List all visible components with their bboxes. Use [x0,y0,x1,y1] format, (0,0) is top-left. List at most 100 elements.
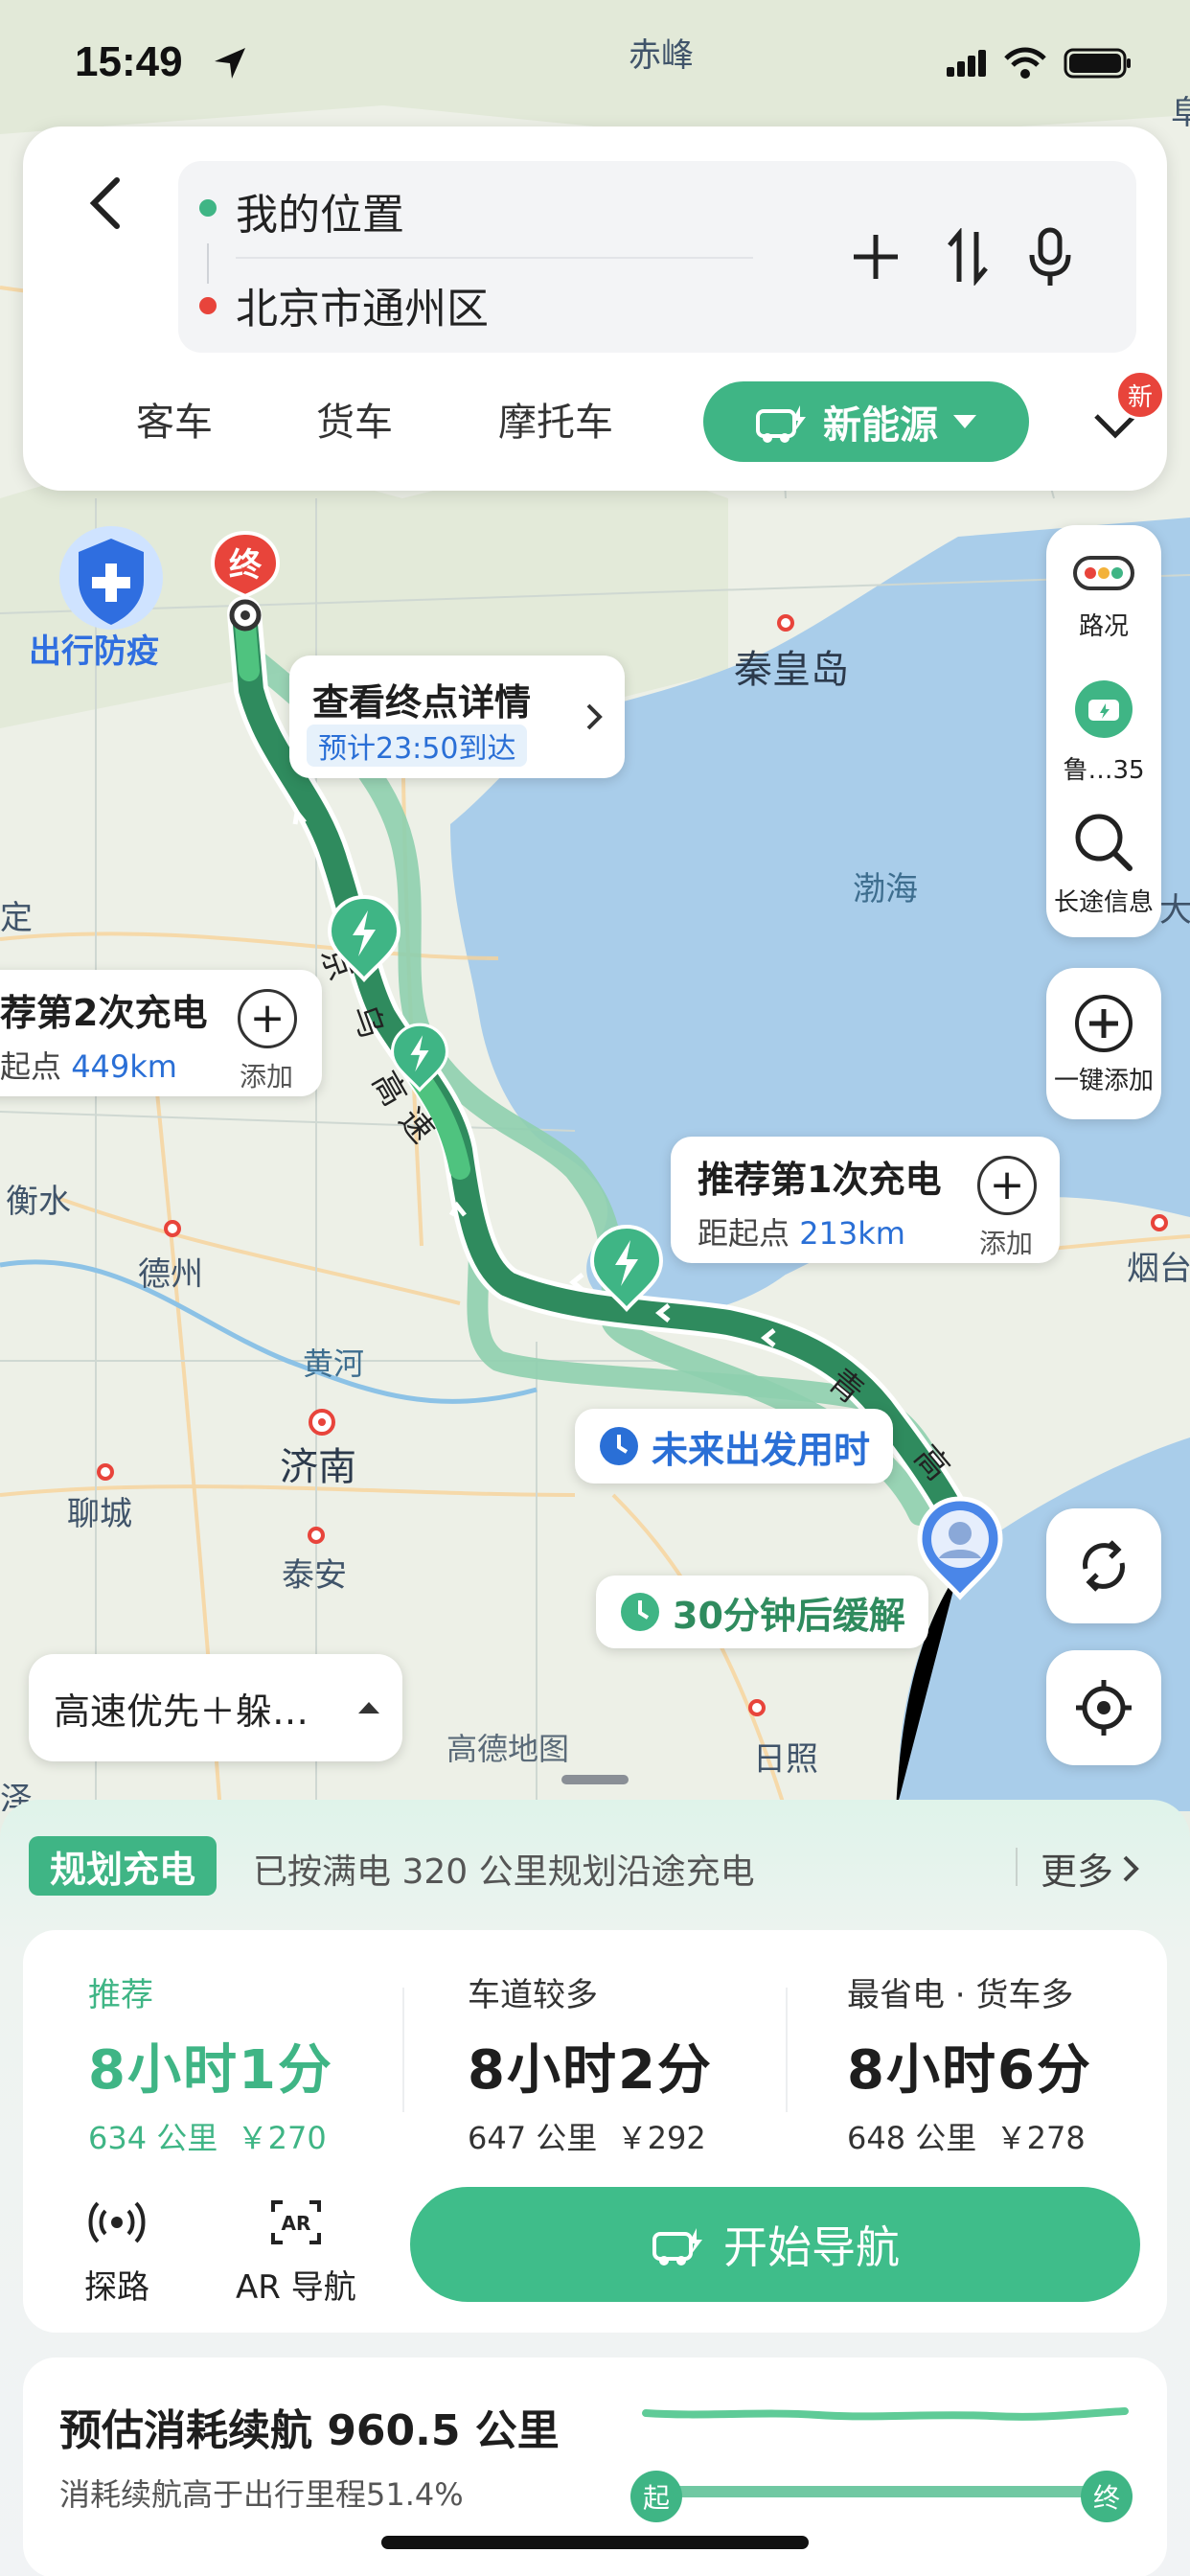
tab-truck[interactable]: 货车 [316,391,393,447]
map-label-dezhou: 德州 [138,1255,203,1294]
chevron-right-icon [586,703,603,730]
route-option-recommended[interactable]: 推荐 8小时1分 634 公里 ￥270 [88,1968,333,2158]
charge-station-mid-icon[interactable] [389,1022,450,1094]
back-arrow-icon[interactable] [71,165,148,242]
charging-plan-tag: 规划充电 [29,1836,217,1896]
voice-input-button[interactable] [1012,218,1088,295]
ev-car-icon [1075,680,1133,738]
map-label-bohai: 渤海 [853,870,918,908]
ar-icon: AR [270,2200,321,2244]
charge-2-dist: 449km [71,1048,177,1085]
charge-1-callout[interactable]: 推荐第1次充电 距起点 213km + 添加 [671,1137,1060,1263]
route-sheet: 规划充电 已按满电 320 公里规划沿途充电 更多 推荐 8小时1分 634 公… [0,1800,1190,2576]
origin-dot [199,199,217,217]
battery-icon [1064,48,1131,79]
map-label-jinan: 济南 [280,1445,356,1489]
svg-text:AR: AR [281,2212,310,2235]
energy-title: 预估消耗续航 960.5 公里 [59,2406,560,2455]
charge-1-add-label: 添加 [979,1228,1034,1259]
map-label-rizhao: 日照 [753,1740,818,1779]
status-bar: 15:49 [0,0,1190,125]
route-distance: 648 公里 [847,2120,977,2156]
charging-plan-bar[interactable]: 规划充电 已按满电 320 公里规划沿途充电 更多 [29,1830,1161,1903]
route-inputs: 我的位置 北京市通州区 [178,161,1136,353]
route-distance: 634 公里 [88,2120,218,2156]
origin-input[interactable]: 我的位置 [236,180,404,242]
destination-detail-callout[interactable]: 查看终点详情 预计23:50到达 [289,656,625,778]
tab-new-energy[interactable]: 新能源 [703,381,1029,462]
quick-add-button[interactable]: 一键添加 [1046,968,1161,1119]
start-navigation-label: 开始导航 [723,2221,900,2273]
timer-icon [621,1593,659,1631]
quick-add-label: 一键添加 [1053,1066,1154,1095]
energy-subtitle: 消耗续航高于出行里程51.4% [59,2476,464,2513]
add-waypoint-button[interactable] [837,218,914,295]
end-marker[interactable]: 终 [209,529,282,632]
charge-station-1-icon[interactable] [588,1223,665,1315]
epidemic-badge[interactable]: 出行防疫 [29,525,192,671]
map-label-qinhuangdao: 秦皇岛 [734,648,849,692]
vehicle-mode-tabs: 客车 货车 摩托车 新能源 新 [23,370,1167,464]
charge-station-2-icon[interactable] [326,893,402,985]
route-preference-button[interactable]: 高速优先＋躲… [29,1654,402,1761]
home-indicator[interactable] [381,2536,809,2549]
route-cost: ￥292 [616,2120,706,2156]
route-preference-label: 高速优先＋躲… [54,1690,309,1733]
energy-profile-graphic [642,2407,1129,2497]
tab-motorcycle[interactable]: 摩托车 [498,391,613,447]
route-label: 车道较多 [468,1976,598,2014]
plan-more-label: 更多 [1041,1851,1114,1893]
charge-2-add-button[interactable]: + [238,989,297,1048]
charge-1-add-button[interactable]: + [977,1156,1037,1215]
tab-bus[interactable]: 客车 [136,391,213,447]
search-icon [1075,814,1133,871]
route-connector [207,243,209,284]
vehicle-button[interactable]: 鲁…35 [1046,678,1161,786]
charge-2-dist-prefix: 起点 [0,1048,62,1085]
search-card: 我的位置 北京市通州区 客车 货车 摩托车 新能源 新 [23,126,1167,491]
ar-navigation-button[interactable]: AR AR 导航 [236,2196,356,2308]
ev-car-icon [756,405,806,443]
explore-button[interactable]: 探路 [84,2196,149,2308]
future-departure-button[interactable]: 未来出发用时 [575,1409,894,1484]
traffic-light-icon [1073,556,1134,590]
tab-new-energy-label: 新能源 [823,403,938,448]
plan-more-button[interactable]: 更多 [1041,1842,1140,1895]
origin-avatar-marker [917,1496,1003,1600]
destination-input[interactable]: 北京市通州区 [236,274,489,335]
congestion-info[interactable]: 30分钟后缓解 [596,1576,928,1648]
route-duration: 8小时2分 [468,2039,713,2102]
map-label-edge-ding: 定 [0,899,33,937]
route-label: 推荐 [88,1976,153,2014]
map-label-hengshui: 衡水 [6,1183,71,1221]
microphone-icon [1029,227,1071,286]
ar-navigation-label: AR 导航 [236,2268,356,2307]
congestion-label: 30分钟后缓解 [673,1594,905,1637]
swap-button[interactable] [929,218,1006,295]
locate-icon [1076,1680,1132,1736]
charge-2-callout[interactable]: 荐第2次充电 起点 449km + 添加 [0,970,322,1096]
destination-detail-title: 查看终点详情 [312,681,532,724]
refresh-route-button[interactable] [1046,1508,1161,1623]
chevron-right-icon [1123,1855,1139,1881]
sheet-drag-handle[interactable] [561,1775,629,1784]
locate-button[interactable] [1046,1650,1161,1765]
broadcast-icon [88,2201,146,2243]
route-option-save-power[interactable]: 最省电 · 货车多 8小时6分 648 公里 ￥278 [847,1968,1092,2158]
traffic-button[interactable]: 路况 [1046,554,1161,642]
route-distance: 647 公里 [468,2120,598,2156]
charge-2-title: 荐第2次充电 [0,992,208,1034]
long-trip-button[interactable]: 长途信息 [1046,809,1161,918]
map-tools-rail: 路况 鲁…35 长途信息 [1046,525,1161,937]
map-brand-label: 高德地图 [446,1731,570,1767]
route-separator [402,1988,404,2112]
charge-2-add-label: 添加 [240,1061,294,1092]
start-navigation-button[interactable]: 开始导航 [410,2187,1140,2302]
route-option-more-lanes[interactable]: 车道较多 8小时2分 647 公里 ￥292 [468,1968,713,2158]
clock-icon [600,1427,638,1465]
traffic-label: 路况 [1078,612,1129,641]
route-cost: ￥270 [237,2120,327,2156]
map-label-liaocheng: 聊城 [67,1495,132,1533]
wifi-icon [1004,47,1046,79]
charge-1-dist: 213km [799,1215,905,1252]
